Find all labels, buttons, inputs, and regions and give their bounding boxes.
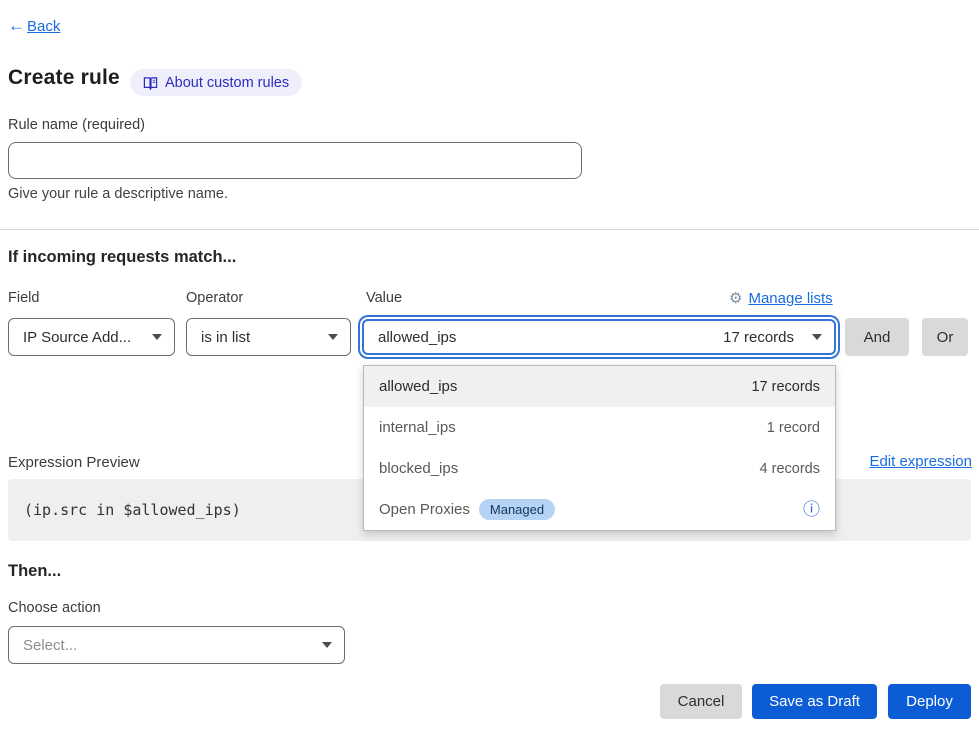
value-select[interactable]: allowed_ips 17 records bbox=[362, 319, 836, 355]
and-button[interactable]: And bbox=[845, 318, 909, 356]
list-item-name: blocked_ips bbox=[379, 460, 458, 477]
rule-name-label: Rule name (required) bbox=[8, 117, 145, 133]
value-label: Value bbox=[366, 290, 402, 306]
book-icon bbox=[143, 76, 158, 90]
back-link[interactable]: ← Back bbox=[8, 16, 60, 36]
or-button[interactable]: Or bbox=[922, 318, 968, 356]
chevron-down-icon bbox=[812, 334, 822, 340]
rule-name-helper: Give your rule a descriptive name. bbox=[8, 186, 228, 202]
deploy-button[interactable]: Deploy bbox=[888, 684, 971, 719]
operator-select[interactable]: is in list bbox=[186, 318, 351, 356]
list-item-count: 17 records bbox=[751, 379, 820, 395]
value-select-count: 17 records bbox=[723, 329, 794, 346]
about-custom-rules-label: About custom rules bbox=[165, 75, 289, 91]
back-link-label: Back bbox=[27, 18, 60, 35]
action-select[interactable]: Select... bbox=[8, 626, 345, 664]
field-label: Field bbox=[8, 290, 39, 306]
field-select[interactable]: IP Source Add... bbox=[8, 318, 175, 356]
list-item-name: allowed_ips bbox=[379, 378, 457, 395]
operator-label: Operator bbox=[186, 290, 243, 306]
info-icon[interactable]: ⓘ bbox=[803, 501, 820, 518]
then-section-heading: Then... bbox=[8, 562, 61, 581]
back-arrow-icon: ← bbox=[8, 16, 25, 36]
manage-lists-label: Manage lists bbox=[748, 290, 832, 307]
list-item-name: internal_ips bbox=[379, 419, 456, 436]
field-select-value: IP Source Add... bbox=[23, 329, 131, 346]
list-item-count: 4 records bbox=[760, 461, 820, 477]
edit-expression-link[interactable]: Edit expression bbox=[869, 453, 972, 470]
about-custom-rules-link[interactable]: About custom rules bbox=[130, 69, 302, 96]
match-section-heading: If incoming requests match... bbox=[8, 248, 236, 267]
chevron-down-icon bbox=[152, 334, 162, 340]
cancel-button[interactable]: Cancel bbox=[660, 684, 742, 719]
choose-action-label: Choose action bbox=[8, 600, 101, 616]
create-rule-page: ← Back Create rule About custom rules Ru… bbox=[0, 0, 979, 739]
list-item-open-proxies[interactable]: Open Proxies Managed ⓘ bbox=[364, 489, 835, 530]
gear-icon: ⚙ bbox=[729, 291, 742, 306]
rule-name-input[interactable] bbox=[8, 142, 582, 179]
list-item-count: 1 record bbox=[767, 420, 820, 436]
page-title: Create rule bbox=[8, 66, 120, 90]
section-divider bbox=[0, 229, 979, 230]
expression-preview-label: Expression Preview bbox=[8, 454, 140, 471]
action-select-placeholder: Select... bbox=[23, 637, 77, 654]
managed-badge: Managed bbox=[479, 499, 555, 521]
chevron-down-icon bbox=[328, 334, 338, 340]
value-select-value: allowed_ips bbox=[378, 329, 456, 346]
manage-lists-link[interactable]: ⚙ Manage lists bbox=[729, 290, 833, 307]
save-as-draft-button[interactable]: Save as Draft bbox=[752, 684, 877, 719]
expression-code: (ip.src in $allowed_ips) bbox=[24, 501, 241, 519]
list-item-name: Open Proxies bbox=[379, 501, 470, 518]
chevron-down-icon bbox=[322, 642, 332, 648]
operator-select-value: is in list bbox=[201, 329, 250, 346]
list-item-blocked-ips[interactable]: blocked_ips 4 records bbox=[364, 448, 835, 489]
value-dropdown-list: allowed_ips 17 records internal_ips 1 re… bbox=[363, 365, 836, 531]
list-item-allowed-ips[interactable]: allowed_ips 17 records bbox=[364, 366, 835, 407]
list-item-internal-ips[interactable]: internal_ips 1 record bbox=[364, 407, 835, 448]
